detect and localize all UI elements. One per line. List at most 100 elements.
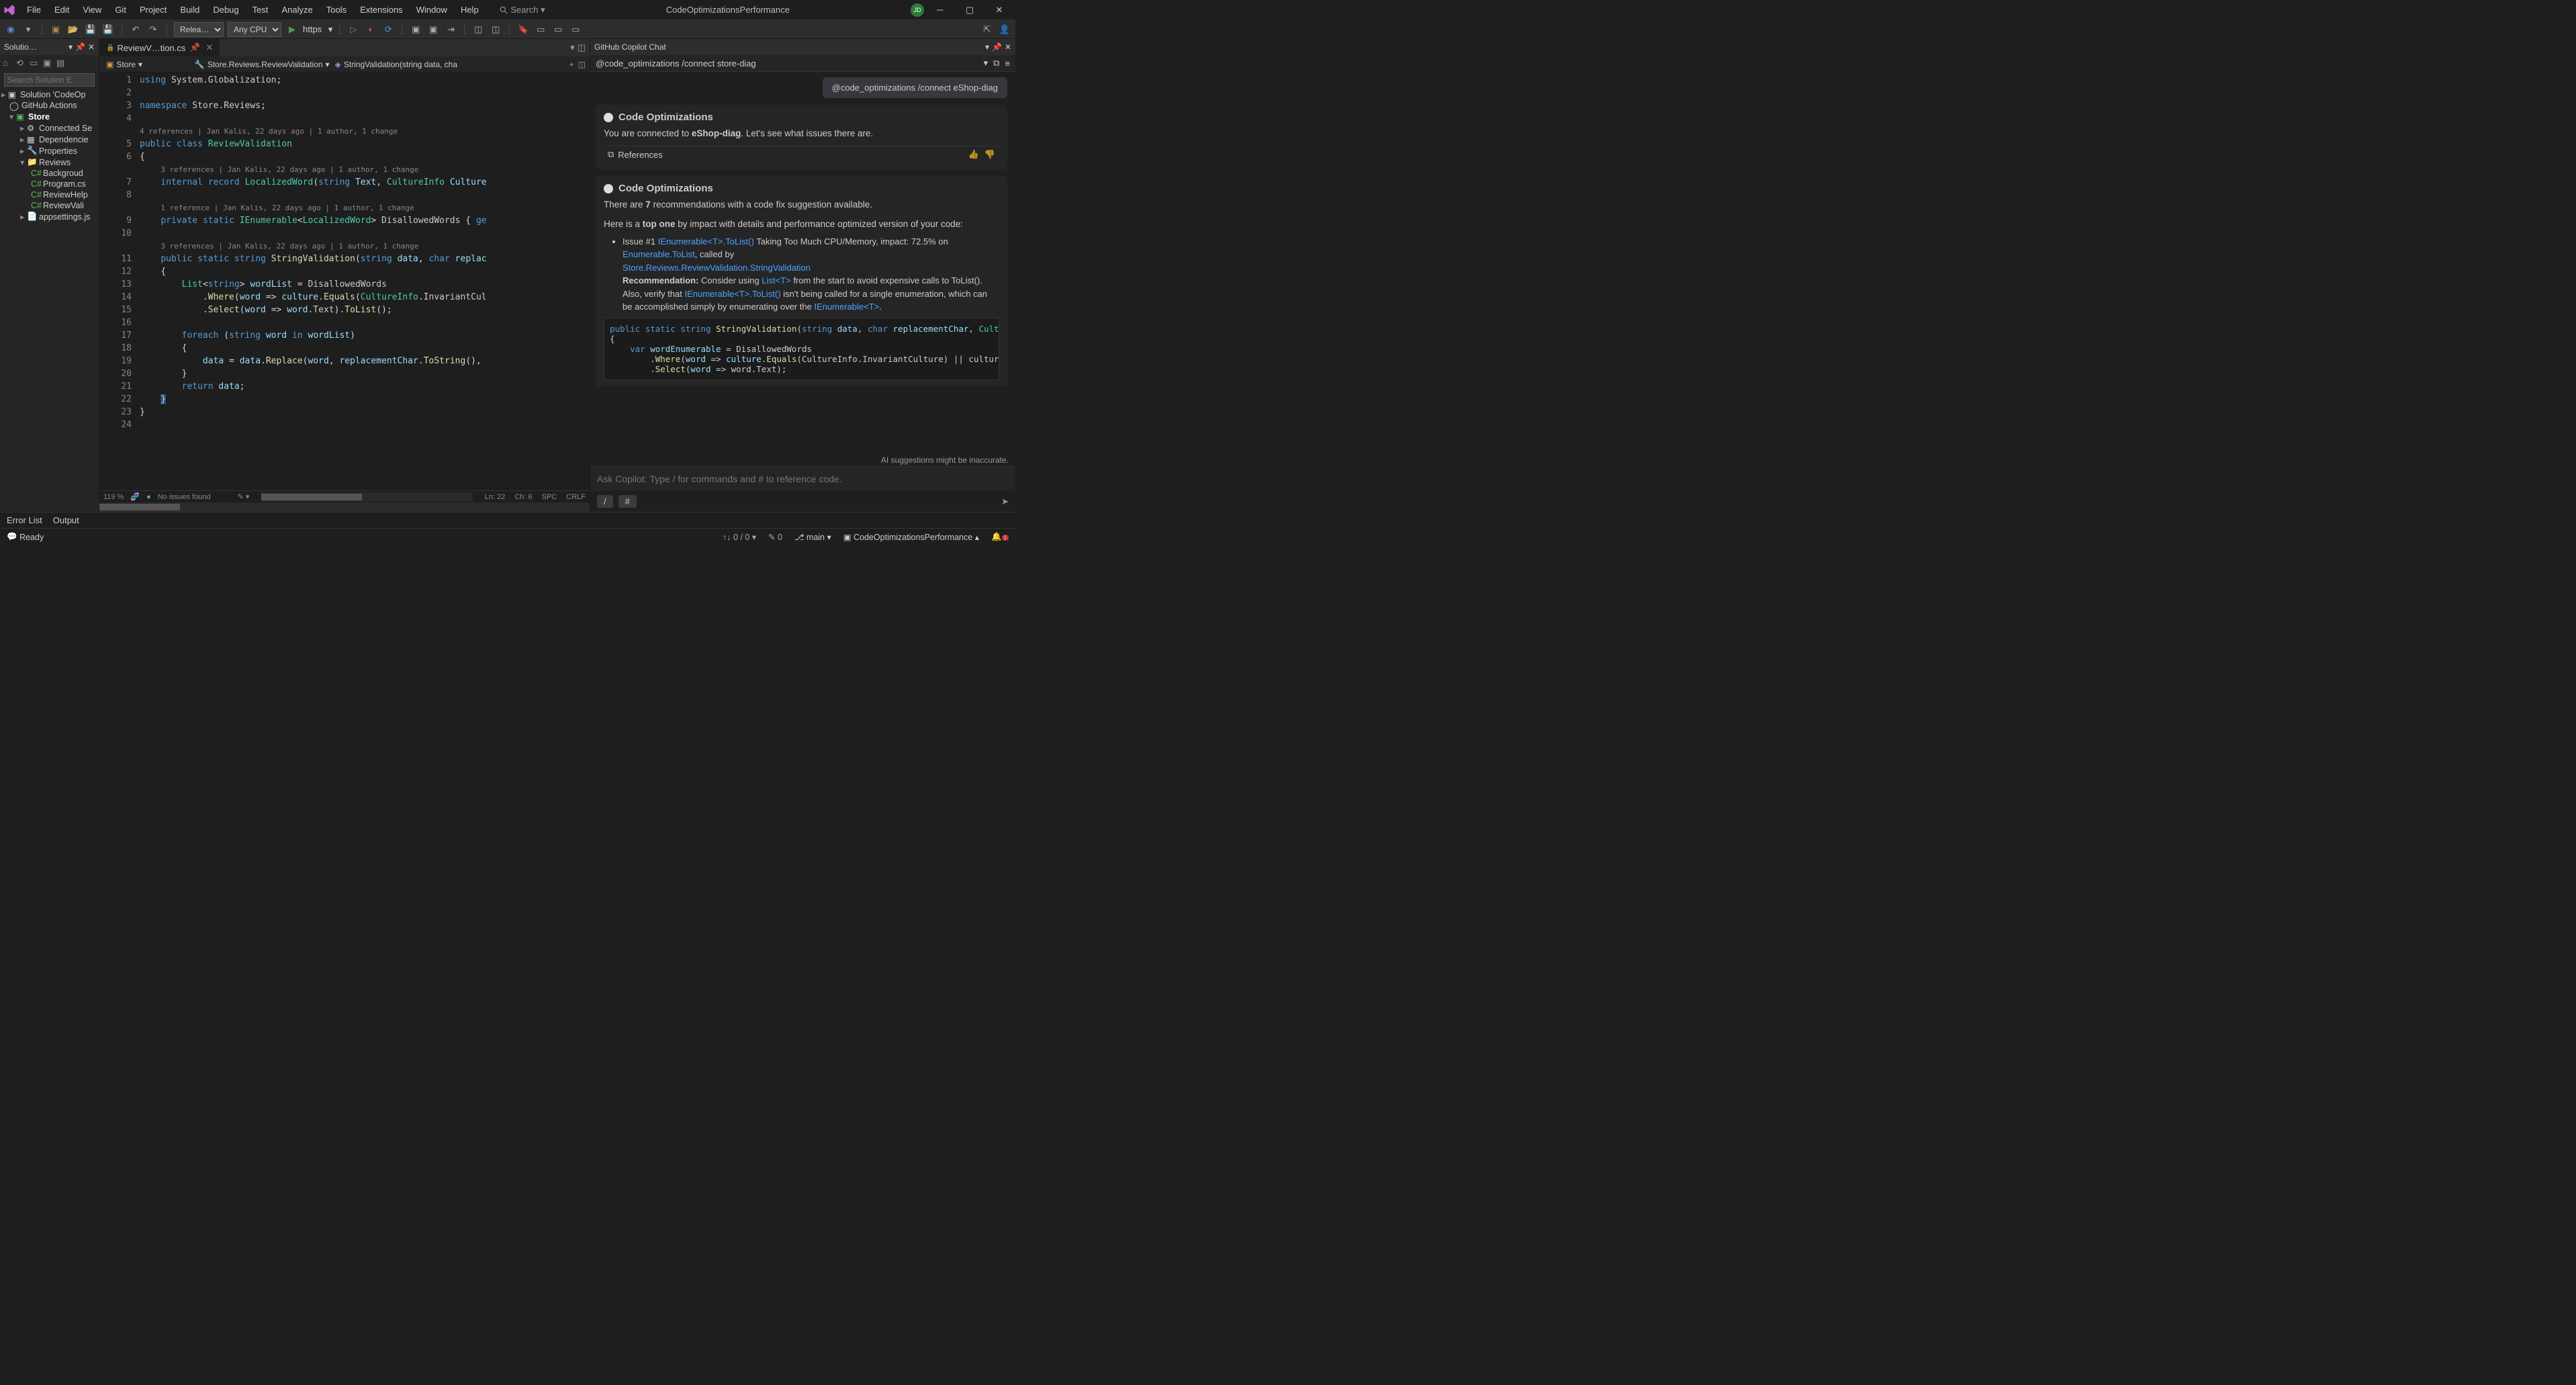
undo-icon[interactable]: ↶ [129, 23, 142, 36]
codelens-2[interactable]: 3 references | Jan Kalis, 22 days ago | … [160, 165, 418, 174]
codelens-4[interactable]: 3 references | Jan Kalis, 22 days ago | … [160, 242, 418, 251]
menu-test[interactable]: Test [246, 2, 275, 17]
breadcrumb-method[interactable]: ◈StringValidation(string data, cha [332, 60, 460, 69]
global-search[interactable]: Search ▾ [499, 5, 545, 15]
dropdown-icon[interactable]: ▾ [985, 42, 989, 52]
solution-root[interactable]: ▸▣Solution 'CodeOp [0, 89, 99, 100]
menu-help[interactable]: Help [454, 2, 486, 17]
pin-icon[interactable]: 📌 [992, 42, 1002, 52]
link-enumerable-tolist[interactable]: Enumerable.ToList [623, 249, 695, 259]
send-icon[interactable]: ➤ [1001, 496, 1009, 507]
code-content[interactable]: using System.Globalization; namespace St… [140, 73, 590, 490]
sync-icon[interactable]: ⟲ [16, 58, 27, 69]
menu-build[interactable]: Build [173, 2, 206, 17]
properties-node[interactable]: ▸🔧Properties [0, 145, 99, 157]
link-ienumerable-tolist2[interactable]: IEnumerable<T>.ToList() [684, 289, 780, 299]
redo-icon[interactable]: ↷ [146, 23, 160, 36]
menu-project[interactable]: Project [133, 2, 173, 17]
reviews-folder[interactable]: ▾📁Reviews [0, 157, 99, 168]
link-stringvalidation[interactable]: Store.Reviews.ReviewValidation.StringVal… [623, 263, 811, 273]
slash-command-button[interactable]: / [597, 495, 613, 508]
pin-tab-icon[interactable]: 📌 [189, 42, 200, 53]
menu-file[interactable]: File [20, 2, 48, 17]
close-tab-icon[interactable]: ✕ [206, 42, 214, 53]
list-icon[interactable]: ≡ [1005, 58, 1010, 69]
dependencies-node[interactable]: ▸▦Dependencie [0, 134, 99, 145]
code-suggestion[interactable]: public static string StringValidation(st… [604, 318, 999, 380]
start-nodebug-button[interactable]: ▷ [347, 23, 360, 36]
menu-git[interactable]: Git [108, 2, 133, 17]
hot-reload-icon[interactable]: ◐ [364, 23, 377, 36]
menu-debug[interactable]: Debug [206, 2, 245, 17]
git-sync[interactable]: ↑↓ 0 / 0 ▾ [723, 532, 756, 542]
copilot-command-input[interactable] [596, 58, 978, 69]
home-icon[interactable]: ⌂ [3, 58, 13, 69]
file-background[interactable]: C#Backgroud [0, 168, 99, 179]
menu-extensions[interactable]: Extensions [353, 2, 410, 17]
collapse-icon[interactable]: ▭ [30, 58, 40, 69]
uncomment-icon[interactable]: ▭ [551, 23, 565, 36]
horizontal-scrollbar[interactable] [261, 492, 472, 502]
indent-mode[interactable]: SPC [542, 493, 557, 501]
link-ienumerable-tolist[interactable]: IEnumerable<T>.ToList() [658, 236, 754, 247]
brush-icon[interactable]: ✎ ▾ [238, 492, 250, 501]
project-node[interactable]: ▾▣Store [0, 111, 99, 122]
zoom-level[interactable]: 119 % [103, 493, 124, 501]
split-icon[interactable]: ◫ [578, 60, 586, 69]
solution-search[interactable] [0, 71, 99, 89]
thumbs-down-icon[interactable]: 👎 [984, 149, 995, 160]
platform-dropdown[interactable]: Any CPU [228, 22, 281, 37]
file-reviewhelp[interactable]: C#ReviewHelp [0, 189, 99, 200]
code-area[interactable]: 1234 56 78 910 1112131415161718192021222… [99, 73, 590, 490]
close-button[interactable]: ✕ [986, 1, 1013, 19]
breadcrumb-class[interactable]: 🔧Store.Reviews.ReviewValidation ▾ [192, 60, 332, 69]
thumbs-up-icon[interactable]: 👍 [968, 149, 979, 160]
menu-analyze[interactable]: Analyze [275, 2, 319, 17]
menu-view[interactable]: View [76, 2, 108, 17]
menu-window[interactable]: Window [410, 2, 454, 17]
connected-services-node[interactable]: ▸⚙Connected Se [0, 122, 99, 134]
tab-split-icon[interactable]: ◫ [578, 42, 586, 53]
user-avatar[interactable]: JD [911, 3, 924, 17]
forward-icon[interactable]: ▾ [21, 23, 35, 36]
health-icon[interactable]: 🧬 [130, 492, 140, 501]
status-project[interactable]: ▣ CodeOptimizationsPerformance ▴ [843, 532, 979, 542]
properties-icon[interactable]: ▤ [56, 58, 67, 69]
maximize-button[interactable]: ▢ [956, 1, 983, 19]
more-icon[interactable]: ▭ [569, 23, 582, 36]
breadcrumb-project[interactable]: ▣Store ▾ [103, 60, 145, 69]
menu-tools[interactable]: Tools [320, 2, 353, 17]
git-pending[interactable]: ✎ 0 [768, 532, 782, 542]
minimize-button[interactable]: ─ [927, 1, 954, 19]
close-panel-icon[interactable]: ✕ [88, 42, 95, 52]
bookmark-icon[interactable]: 🔖 [516, 23, 530, 36]
config-dropdown[interactable]: Relea… [174, 22, 224, 37]
line-ending[interactable]: CRLF [566, 493, 586, 501]
panel-scrollbar[interactable] [99, 502, 590, 512]
split-vertical-icon[interactable]: + [569, 60, 574, 69]
tab-output[interactable]: Output [53, 515, 79, 525]
copilot-ask-box[interactable] [590, 466, 1015, 491]
codelens-3[interactable]: 1 reference | Jan Kalis, 22 days ago | 1… [160, 204, 414, 212]
refresh-icon[interactable]: ⟳ [381, 23, 395, 36]
menu-edit[interactable]: Edit [48, 2, 76, 17]
file-reviewvali[interactable]: C#ReviewVali [0, 200, 99, 211]
open-external-icon[interactable]: ⧉ [993, 58, 999, 69]
references-link[interactable]: References [618, 150, 662, 160]
show-all-icon[interactable]: ▣ [43, 58, 54, 69]
browser-icon[interactable]: ▣ [409, 23, 422, 36]
step-icon[interactable]: ⇥ [444, 23, 457, 36]
codelens-1[interactable]: 4 references | Jan Kalis, 22 days ago | … [140, 127, 398, 136]
open-icon[interactable]: 📂 [66, 23, 80, 36]
issues-status[interactable]: No issues found [158, 493, 211, 501]
save-icon[interactable]: 💾 [84, 23, 97, 36]
editor-tab-active[interactable]: 🔒 ReviewV…tion.cs 📌 ✕ [99, 39, 220, 56]
hash-command-button[interactable]: # [618, 495, 637, 508]
tab-overflow-icon[interactable]: ▾ [570, 42, 575, 53]
git-branch[interactable]: ⎇ main ▾ [794, 532, 831, 542]
save-all-icon[interactable]: 💾 [101, 23, 115, 36]
history-icon[interactable]: ▾ [984, 58, 988, 69]
share-icon[interactable]: ⇱ [980, 23, 994, 36]
extension-icon[interactable]: ◫ [471, 23, 485, 36]
launch-profile[interactable]: https [303, 24, 322, 34]
